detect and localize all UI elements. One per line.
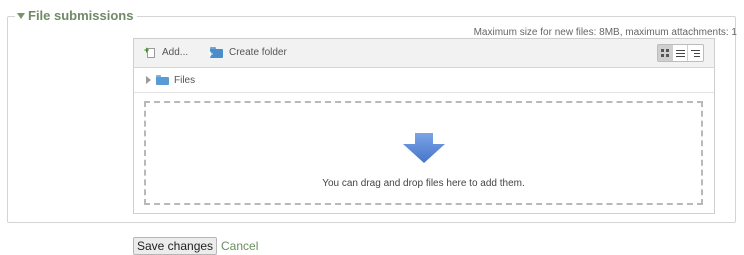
file-manager-toolbar: + Add... + Create folder — [134, 39, 714, 68]
folder-path-bar[interactable]: Files — [134, 68, 714, 93]
add-file-icon: + — [144, 46, 157, 59]
cancel-button[interactable]: Cancel — [219, 237, 260, 255]
drop-zone[interactable]: You can drag and drop files here to add … — [144, 101, 703, 205]
collapse-triangle-icon[interactable] — [17, 13, 25, 19]
create-folder-label: Create folder — [229, 47, 287, 58]
add-file-button[interactable]: + Add... — [144, 46, 188, 59]
add-file-label: Add... — [162, 47, 189, 58]
icon-view-icon — [661, 49, 669, 57]
tree-view-icon — [691, 49, 700, 57]
drop-zone-text: You can drag and drop files here to add … — [322, 178, 525, 189]
expand-caret-icon[interactable] — [146, 76, 151, 84]
create-folder-icon: + — [208, 46, 224, 59]
folder-icon — [156, 75, 169, 85]
save-changes-button[interactable]: Save changes — [133, 237, 218, 255]
icon-view-button[interactable] — [658, 45, 673, 61]
fieldset-legend[interactable]: File submissions — [15, 8, 138, 23]
view-switcher — [657, 44, 704, 62]
create-folder-button[interactable]: + Create folder — [208, 46, 287, 59]
file-manager: + Add... + Create folder Files You can d… — [133, 38, 715, 214]
list-view-button[interactable] — [673, 45, 688, 61]
tree-view-button[interactable] — [688, 45, 703, 61]
max-size-info: Maximum size for new files: 8MB, maximum… — [473, 27, 737, 38]
folder-path-label[interactable]: Files — [174, 75, 195, 86]
list-view-icon — [675, 49, 685, 57]
fieldset-legend-label[interactable]: File submissions — [28, 8, 133, 23]
down-arrow-icon — [403, 133, 445, 163]
